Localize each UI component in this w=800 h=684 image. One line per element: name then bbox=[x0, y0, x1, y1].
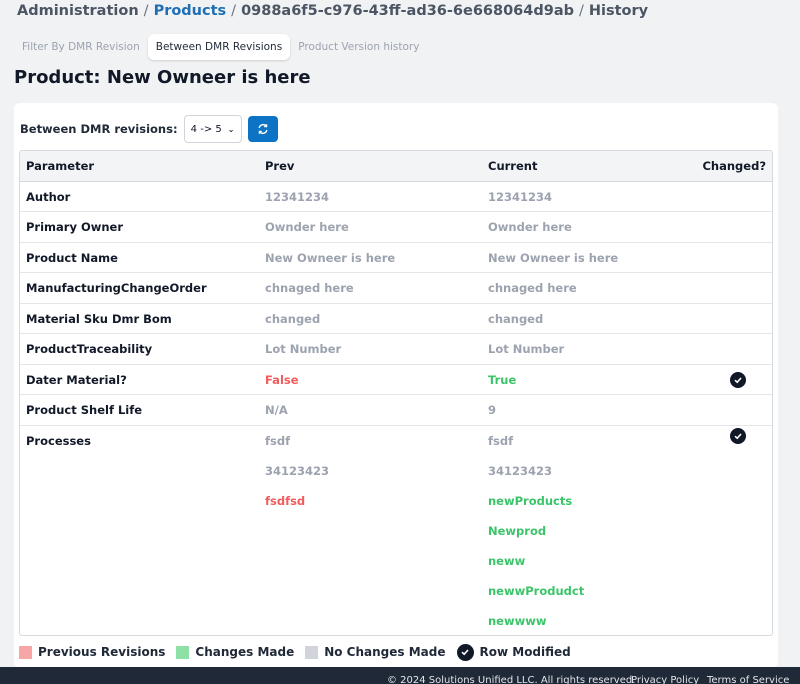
tab-between-dmr-revisions[interactable]: Between DMR Revisions bbox=[147, 34, 291, 60]
table-row: ProductTraceability Lot Number Lot Numbe… bbox=[20, 334, 772, 365]
legend-changes-made: Changes Made bbox=[176, 645, 294, 659]
current-cell: New Owneer is here bbox=[488, 250, 619, 265]
param-cell: ManufacturingChangeOrder bbox=[26, 281, 207, 295]
param-cell: Primary Owner bbox=[26, 220, 124, 234]
legend-label: Row Modified bbox=[479, 645, 571, 659]
breadcrumb-products[interactable]: Products bbox=[154, 3, 227, 19]
prev-cell: chnaged here bbox=[265, 281, 354, 295]
prev-cell: Lot Number bbox=[265, 342, 342, 356]
processes-prev-list: fsdf 34123423 fsdfsd bbox=[265, 426, 329, 516]
current-process-item: newwProdudct bbox=[488, 583, 585, 598]
breadcrumb-separator: / bbox=[143, 3, 149, 19]
header-prev: Prev bbox=[265, 159, 295, 173]
revision-label: Between DMR revisions: bbox=[20, 122, 178, 136]
processes-current-list: fsdf 34123423 newProducts Newprod neww n… bbox=[488, 426, 584, 636]
current-cell: 9 bbox=[488, 403, 497, 417]
legend: Previous Revisions Changes Made No Chang… bbox=[19, 643, 582, 661]
breadcrumb-history: History bbox=[588, 3, 649, 19]
tab-product-version-history[interactable]: Product Version history bbox=[290, 34, 427, 60]
footer-privacy-link[interactable]: Privacy Policy bbox=[631, 675, 699, 684]
prev-cell: Ownder here bbox=[265, 220, 349, 234]
table-row: Product Name New Owneer is here New Owne… bbox=[20, 243, 772, 273]
prev-cell: New Owneer is here bbox=[265, 250, 396, 265]
page-title: Product: New Owneer is here bbox=[14, 67, 311, 88]
legend-label: Changes Made bbox=[195, 645, 295, 659]
legend-row-modified: Row Modified bbox=[456, 643, 571, 661]
current-process-item: fsdf bbox=[488, 433, 514, 448]
refresh-icon bbox=[258, 123, 268, 135]
refresh-button[interactable] bbox=[247, 116, 278, 142]
param-cell: Author bbox=[26, 189, 71, 204]
param-cell: Processes bbox=[26, 433, 91, 448]
prev-cell: N/A bbox=[265, 403, 288, 417]
param-cell: Material Sku Dmr Bom bbox=[26, 311, 172, 326]
breadcrumb: Administration / Products/0988a6f5-c976-43… bbox=[17, 3, 648, 19]
breadcrumb-separator: / bbox=[578, 3, 584, 19]
breadcrumb-product-id[interactable]: 0988a6f5-c976-43ff-ad36-6e668064d9ab bbox=[241, 3, 574, 19]
current-process-item: newProducts bbox=[488, 493, 573, 508]
comparison-card: Between DMR revisions: 4 -> 5 ⌄ Paramete… bbox=[14, 103, 778, 668]
table-row: ManufacturingChangeOrder chnaged here ch… bbox=[20, 273, 772, 304]
footer: © 2024 Solutions Unified LLC. All rights… bbox=[0, 667, 800, 684]
check-circle-icon bbox=[456, 643, 474, 661]
param-cell: Product Shelf Life bbox=[26, 403, 143, 417]
footer-copyright: © 2024 Solutions Unified LLC. All rights… bbox=[387, 675, 636, 684]
legend-swatch-previous bbox=[19, 645, 32, 659]
prev-process-item: fsdfsd bbox=[265, 493, 306, 508]
row-modified-check-icon bbox=[730, 427, 746, 444]
table-row-processes: Processes fsdf 34123423 fsdfsd fsdf 3412… bbox=[20, 426, 772, 636]
param-cell: ProductTraceability bbox=[26, 342, 153, 356]
current-cell: changed bbox=[488, 311, 544, 326]
footer-terms-link[interactable]: Terms of Service bbox=[707, 675, 789, 684]
row-modified-check-icon bbox=[730, 371, 746, 388]
header-parameter: Parameter bbox=[26, 159, 95, 173]
legend-swatch-changes bbox=[176, 645, 190, 659]
legend-no-changes: No Changes Made bbox=[305, 645, 446, 659]
legend-label: No Changes Made bbox=[324, 645, 446, 659]
current-cell: chnaged here bbox=[488, 281, 577, 295]
current-cell: Ownder here bbox=[488, 220, 572, 234]
current-process-item: newwww bbox=[488, 613, 547, 628]
prev-cell: False bbox=[265, 372, 299, 387]
breadcrumb-separator: / bbox=[231, 3, 237, 19]
current-process-item: Newprod bbox=[488, 523, 547, 538]
revision-select[interactable]: 4 -> 5 ⌄ bbox=[183, 115, 242, 143]
table-row: Dater Material? False True bbox=[20, 365, 772, 395]
revision-select-value: 4 -> 5 bbox=[190, 123, 222, 135]
table-header-row: Parameter Prev Current Changed? bbox=[20, 151, 772, 182]
header-current: Current bbox=[488, 159, 538, 173]
current-cell: 12341234 bbox=[488, 189, 553, 204]
legend-swatch-no-changes bbox=[305, 645, 319, 659]
current-process-item: neww bbox=[488, 553, 526, 568]
current-cell: True bbox=[488, 372, 517, 387]
table-row: Primary Owner Ownder here Ownder here bbox=[20, 212, 772, 243]
prev-cell: 12341234 bbox=[265, 189, 330, 204]
prev-process-item: fsdf bbox=[265, 433, 291, 448]
tab-filter-by-dmr-revision[interactable]: Filter By DMR Revision bbox=[14, 34, 148, 60]
table-row: Product Shelf Life N/A 9 bbox=[20, 395, 772, 426]
current-cell: Lot Number bbox=[488, 342, 565, 356]
prev-process-item: 34123423 bbox=[265, 463, 330, 478]
legend-label: Previous Revisions bbox=[38, 645, 166, 659]
table-row: Author 12341234 12341234 bbox=[20, 182, 772, 212]
param-cell: Dater Material? bbox=[26, 372, 127, 387]
chevron-down-icon: ⌄ bbox=[227, 124, 235, 134]
revision-selector-row: Between DMR revisions: 4 -> 5 ⌄ bbox=[20, 115, 278, 143]
tab-bar: Filter By DMR Revision Between DMR Revis… bbox=[14, 34, 427, 60]
revision-comparison-table: Parameter Prev Current Changed? Author 1… bbox=[19, 150, 773, 636]
prev-cell: changed bbox=[265, 311, 321, 326]
legend-previous-revisions: Previous Revisions bbox=[19, 645, 165, 659]
header-changed: Changed? bbox=[702, 159, 766, 173]
current-process-item: 34123423 bbox=[488, 463, 553, 478]
table-row: Material Sku Dmr Bom changed changed bbox=[20, 304, 772, 334]
breadcrumb-administration[interactable]: Administration bbox=[17, 3, 139, 19]
param-cell: Product Name bbox=[26, 250, 118, 265]
